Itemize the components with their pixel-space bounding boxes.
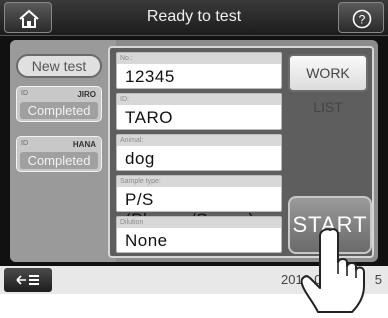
work-list-button[interactable]: WORK LIST <box>288 54 368 115</box>
patient-card[interactable]: ID JIRO Completed <box>16 86 102 122</box>
pointing-hand-icon <box>300 228 365 313</box>
field-label: Animal: <box>117 135 281 146</box>
patient-id-label: ID <box>21 90 28 97</box>
field-label: Sample type: <box>117 176 281 187</box>
sample-type-field[interactable]: Sample type: P/S (Plasma/Serum) <box>116 175 282 229</box>
screen-title: Ready to test <box>146 8 242 25</box>
patient-status: Completed <box>20 102 98 119</box>
home-button[interactable] <box>4 2 52 33</box>
field-value: None <box>125 231 168 250</box>
back-list-icon <box>16 275 39 285</box>
patient-card[interactable]: ID HANA Completed <box>16 136 102 172</box>
field-value: 12345 <box>125 67 175 86</box>
patient-id-label: ID <box>21 140 28 147</box>
top-bar: Ready to test ? <box>0 0 388 36</box>
field-value: dog <box>125 149 155 168</box>
svg-text:?: ? <box>359 13 366 27</box>
field-value: TARO <box>125 108 173 127</box>
help-button[interactable]: ? <box>338 2 384 33</box>
field-label: No.: <box>117 53 281 64</box>
field-label: Dilution <box>117 217 281 228</box>
field-label: ID: <box>117 94 281 105</box>
patient-list-panel: New test ID JIRO Completed ID HANA Compl… <box>10 40 116 262</box>
animal-field[interactable]: Animal: dog <box>116 134 282 171</box>
new-test-button[interactable]: New test <box>16 54 102 78</box>
patient-name: JIRO <box>77 90 96 99</box>
patient-name: HANA <box>72 140 96 149</box>
patient-status: Completed <box>20 152 98 169</box>
sample-number-field[interactable]: No.: 12345 <box>116 52 282 89</box>
dilution-field[interactable]: Dilution None <box>116 216 282 253</box>
back-button[interactable] <box>4 268 52 292</box>
home-icon <box>19 9 39 28</box>
patient-id-field[interactable]: ID: TARO <box>116 93 282 130</box>
help-icon: ? <box>352 9 372 29</box>
